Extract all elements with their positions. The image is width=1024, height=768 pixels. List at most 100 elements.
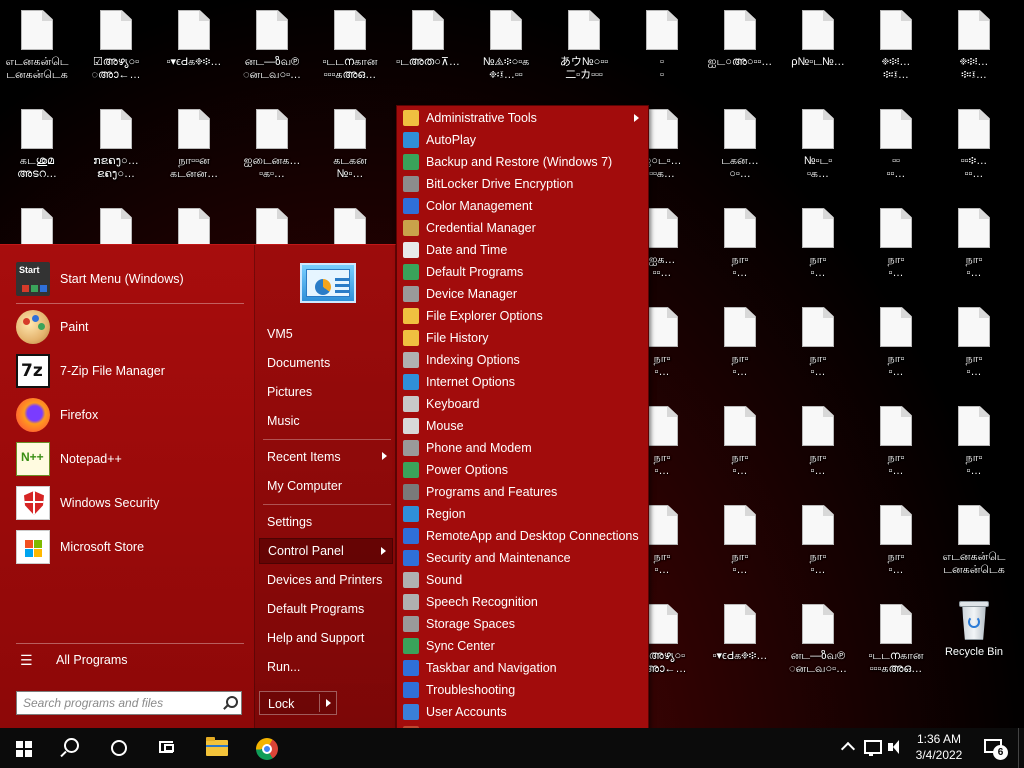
desktop-file-icon[interactable]: நா▫ ▫… [781, 396, 855, 492]
desktop-file-icon[interactable]: நா▫ ▫… [937, 396, 1011, 492]
cp-item-sync-center[interactable]: Sync Center [399, 635, 647, 657]
cp-item-region[interactable]: Region [399, 503, 647, 525]
desktop-file-icon[interactable]: நா▫ ▫… [781, 297, 855, 393]
cp-item-security-and-maintenance[interactable]: Security and Maintenance [399, 547, 647, 569]
desktop-file-icon[interactable]: கடகன №▫… [313, 99, 387, 195]
desktop-file-icon[interactable]: நா▫▫ன கடனன… [157, 99, 231, 195]
cp-item-user-accounts[interactable]: User Accounts [399, 701, 647, 723]
desktop-file-icon[interactable]: ஐட○അ○▫▫… [703, 0, 777, 96]
desktop-file-icon[interactable]: கடശുമ അടറ… [0, 99, 74, 195]
link-devices-and-printers[interactable]: Devices and Printers [259, 567, 393, 593]
desktop-file-icon[interactable]: ▫டடനகான ▫▫▫கഅഒ… [859, 594, 933, 690]
cp-item-power-options[interactable]: Power Options [399, 459, 647, 481]
pinned-windows-security[interactable]: Windows Security [10, 483, 246, 523]
start-button[interactable] [0, 728, 46, 768]
desktop-file-icon[interactable]: நா▫ ▫… [859, 396, 933, 492]
all-programs-button[interactable]: ☰ All Programs [10, 647, 246, 673]
desktop-file-icon[interactable]: நா▫ ▫… [703, 198, 777, 294]
network-icon[interactable] [860, 728, 882, 768]
file-explorer-button[interactable] [198, 728, 244, 768]
chrome-button[interactable] [246, 728, 292, 768]
show-hidden-icons-chevron-icon[interactable] [838, 728, 858, 768]
cp-item-bitlocker-drive-encryption[interactable]: BitLocker Drive Encryption [399, 173, 647, 195]
desktop-file-icon[interactable]: ▫▫ ▫▫… [859, 99, 933, 195]
desktop-file-icon[interactable]: நா▫ ▫… [937, 297, 1011, 393]
cp-item-device-manager[interactable]: Device Manager [399, 283, 647, 305]
link-default-programs[interactable]: Default Programs [259, 596, 393, 622]
link-documents[interactable]: Documents [259, 350, 393, 376]
desktop-file-icon[interactable]: ▫▾ϵԀக፠፨… [157, 0, 231, 96]
desktop-file-icon[interactable]: நா▫ ▫… [859, 297, 933, 393]
desktop-file-icon[interactable]: ▫▾ϵԀக፠፨… [703, 594, 777, 690]
link-settings[interactable]: Settings [259, 509, 393, 535]
link-music[interactable]: Music [259, 408, 393, 434]
user-picture[interactable] [300, 263, 356, 303]
desktop-file-icon[interactable]: எடனகன்டெ டனகன்டெக [937, 495, 1011, 591]
action-center-button[interactable]: 6 [980, 728, 1010, 768]
desktop-file-icon[interactable]: நா▫ ▫… [781, 495, 855, 591]
cp-item-phone-and-modem[interactable]: Phone and Modem [399, 437, 647, 459]
pinned-microsoft-store[interactable]: Microsoft Store [10, 527, 246, 567]
cp-item-file-explorer-options[interactable]: File Explorer Options [399, 305, 647, 327]
desktop-file-icon[interactable]: நா▫ ▫… [937, 198, 1011, 294]
link-help-and-support[interactable]: Help and Support [259, 625, 393, 651]
link-vm5[interactable]: VM5 [259, 321, 393, 347]
desktop-file-icon[interactable]: எடனகன்டெ டனகன்டெக [0, 0, 74, 96]
desktop-file-icon[interactable]: ▫▫፨… ▫▫… [937, 99, 1011, 195]
desktop-file-icon[interactable]: ፠፨፧… ፨፡፤… [859, 0, 933, 96]
cp-item-taskbar-and-navigation[interactable]: Taskbar and Navigation [399, 657, 647, 679]
desktop-file-icon[interactable]: னட—ზவ℗ ◌னடவ○▫… [781, 594, 855, 690]
desktop-file-icon[interactable]: あウ№○▫▫ 二▫カ▫▫▫ [547, 0, 621, 96]
show-desktop-button[interactable] [1018, 728, 1024, 768]
lock-button[interactable]: Lock [259, 691, 337, 715]
cp-item-speech-recognition[interactable]: Speech Recognition [399, 591, 647, 613]
desktop-file-icon[interactable]: நா▫ ▫… [859, 495, 933, 591]
link-pictures[interactable]: Pictures [259, 379, 393, 405]
cp-item-credential-manager[interactable]: Credential Manager [399, 217, 647, 239]
pinned-7zip[interactable]: 7z 7-Zip File Manager [10, 351, 246, 391]
cp-item-indexing-options[interactable]: Indexing Options [399, 349, 647, 371]
cp-item-programs-and-features[interactable]: Programs and Features [399, 481, 647, 503]
cp-item-color-management[interactable]: Color Management [399, 195, 647, 217]
cp-item-default-programs[interactable]: Default Programs [399, 261, 647, 283]
desktop-file-icon[interactable]: ፠፨፧… ፨፡፤… [937, 0, 1011, 96]
pinned-firefox[interactable]: Firefox [10, 395, 246, 435]
cp-item-mouse[interactable]: Mouse [399, 415, 647, 437]
pinned-notepadpp[interactable]: N++ Notepad++ [10, 439, 246, 479]
cp-item-storage-spaces[interactable]: Storage Spaces [399, 613, 647, 635]
desktop-file-icon[interactable]: ກຂຄງ○… ຂຄງ○… [79, 99, 153, 195]
link-control-panel[interactable]: Control Panel [259, 538, 393, 564]
desktop-file-icon[interactable]: நா▫ ▫… [703, 297, 777, 393]
pinned-paint[interactable]: Paint [10, 307, 246, 347]
recycle-bin[interactable]: Recycle Bin [937, 594, 1011, 690]
link-my-computer[interactable]: My Computer [259, 473, 393, 499]
cp-item-remoteapp-and-desktop-connections[interactable]: RemoteApp and Desktop Connections [399, 525, 647, 547]
cortana-button[interactable] [96, 728, 142, 768]
link-run[interactable]: Run... [259, 654, 393, 680]
desktop-file-icon[interactable]: ▫டடനகான ▫▫▫கഅഒ… [313, 0, 387, 96]
desktop-file-icon[interactable]: ☑അഴ്യ○▫ ◌അാ←… [79, 0, 153, 96]
cp-item-sound[interactable]: Sound [399, 569, 647, 591]
lock-options-arrow-icon[interactable] [326, 699, 331, 707]
pinned-start-menu-windows[interactable]: Start Start Menu (Windows) [10, 259, 246, 299]
desktop-file-icon[interactable]: டகன… ○▫… [703, 99, 777, 195]
search-icon[interactable] [221, 695, 238, 711]
desktop-file-icon[interactable]: நா▫ ▫… [703, 495, 777, 591]
desktop-file-icon[interactable]: நா▫ ▫… [781, 198, 855, 294]
desktop-file-icon[interactable]: №⧌፨○▫க ፠፡፤…▫▫ [469, 0, 543, 96]
volume-icon[interactable] [884, 728, 906, 768]
desktop-file-icon[interactable]: நா▫ ▫… [859, 198, 933, 294]
cp-item-date-and-time[interactable]: Date and Time [399, 239, 647, 261]
desktop-file-icon[interactable]: னட—ზவ℗ ◌னடவ○▫… [235, 0, 309, 96]
search-box[interactable] [16, 691, 242, 715]
desktop-file-icon[interactable]: நா▫ ▫… [703, 396, 777, 492]
clock[interactable]: 1:36 AM 3/4/2022 [910, 731, 968, 763]
cp-item-administrative-tools[interactable]: Administrative Tools [399, 107, 647, 129]
cp-item-internet-options[interactable]: Internet Options [399, 371, 647, 393]
search-button[interactable] [48, 728, 94, 768]
link-recent-items[interactable]: Recent Items [259, 444, 393, 470]
cp-item-keyboard[interactable]: Keyboard [399, 393, 647, 415]
desktop-file-icon[interactable]: №▫ட▫ ▫க… [781, 99, 855, 195]
desktop-file-icon[interactable]: ▫டഅത○⊼… [391, 0, 465, 96]
cp-item-troubleshooting[interactable]: Troubleshooting [399, 679, 647, 701]
